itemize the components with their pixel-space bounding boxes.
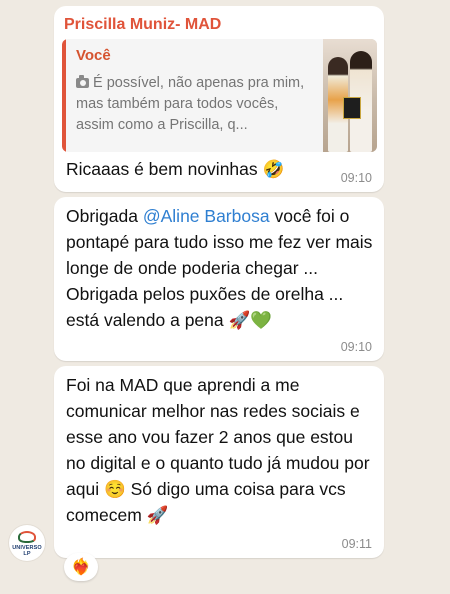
message-time: 09:11 — [341, 537, 372, 551]
quote-text-block: É possível, não apenas pra mim, mas tamb… — [76, 73, 311, 136]
quote-photo-thumbnail[interactable] — [323, 39, 377, 152]
message-text: Obrigada @Aline Barbosa você foi o ponta… — [66, 206, 373, 330]
mention-link[interactable]: @Aline Barbosa — [143, 206, 270, 226]
photo-certificate — [343, 97, 361, 119]
reaction-badge[interactable]: ❤️‍🔥 — [64, 553, 98, 581]
message-bubble-3[interactable]: Foi na MAD que aprendi a me comunicar me… — [54, 366, 384, 558]
quote-accent-bar — [62, 39, 66, 152]
logo-mark-icon — [18, 531, 36, 543]
message-bubble-1[interactable]: Priscilla Muniz- MAD Você É possível, nã… — [54, 6, 384, 192]
sender-name[interactable]: Priscilla Muniz- MAD — [64, 16, 221, 34]
message-text: Foi na MAD que aprendi a me comunicar me… — [66, 375, 370, 525]
quote-text: É possível, não apenas pra mim, mas tamb… — [76, 75, 305, 133]
message-text: Ricaaas é bem novinhas 🤣 — [66, 159, 285, 179]
camera-icon — [76, 75, 89, 88]
message-time: 09:10 — [340, 340, 372, 354]
message-bubble-2[interactable]: Obrigada @Aline Barbosa você foi o ponta… — [54, 197, 384, 361]
quote-author: Você — [76, 47, 111, 64]
avatar-brand-text: UNIVERSO LP — [12, 545, 42, 557]
message-time: 09:10 — [340, 171, 372, 185]
sender-avatar[interactable]: UNIVERSO LP — [9, 525, 45, 561]
quoted-reply[interactable]: Você É possível, não apenas pra mim, mas… — [62, 39, 377, 152]
reaction-emoji: ❤️‍🔥 — [71, 559, 91, 576]
